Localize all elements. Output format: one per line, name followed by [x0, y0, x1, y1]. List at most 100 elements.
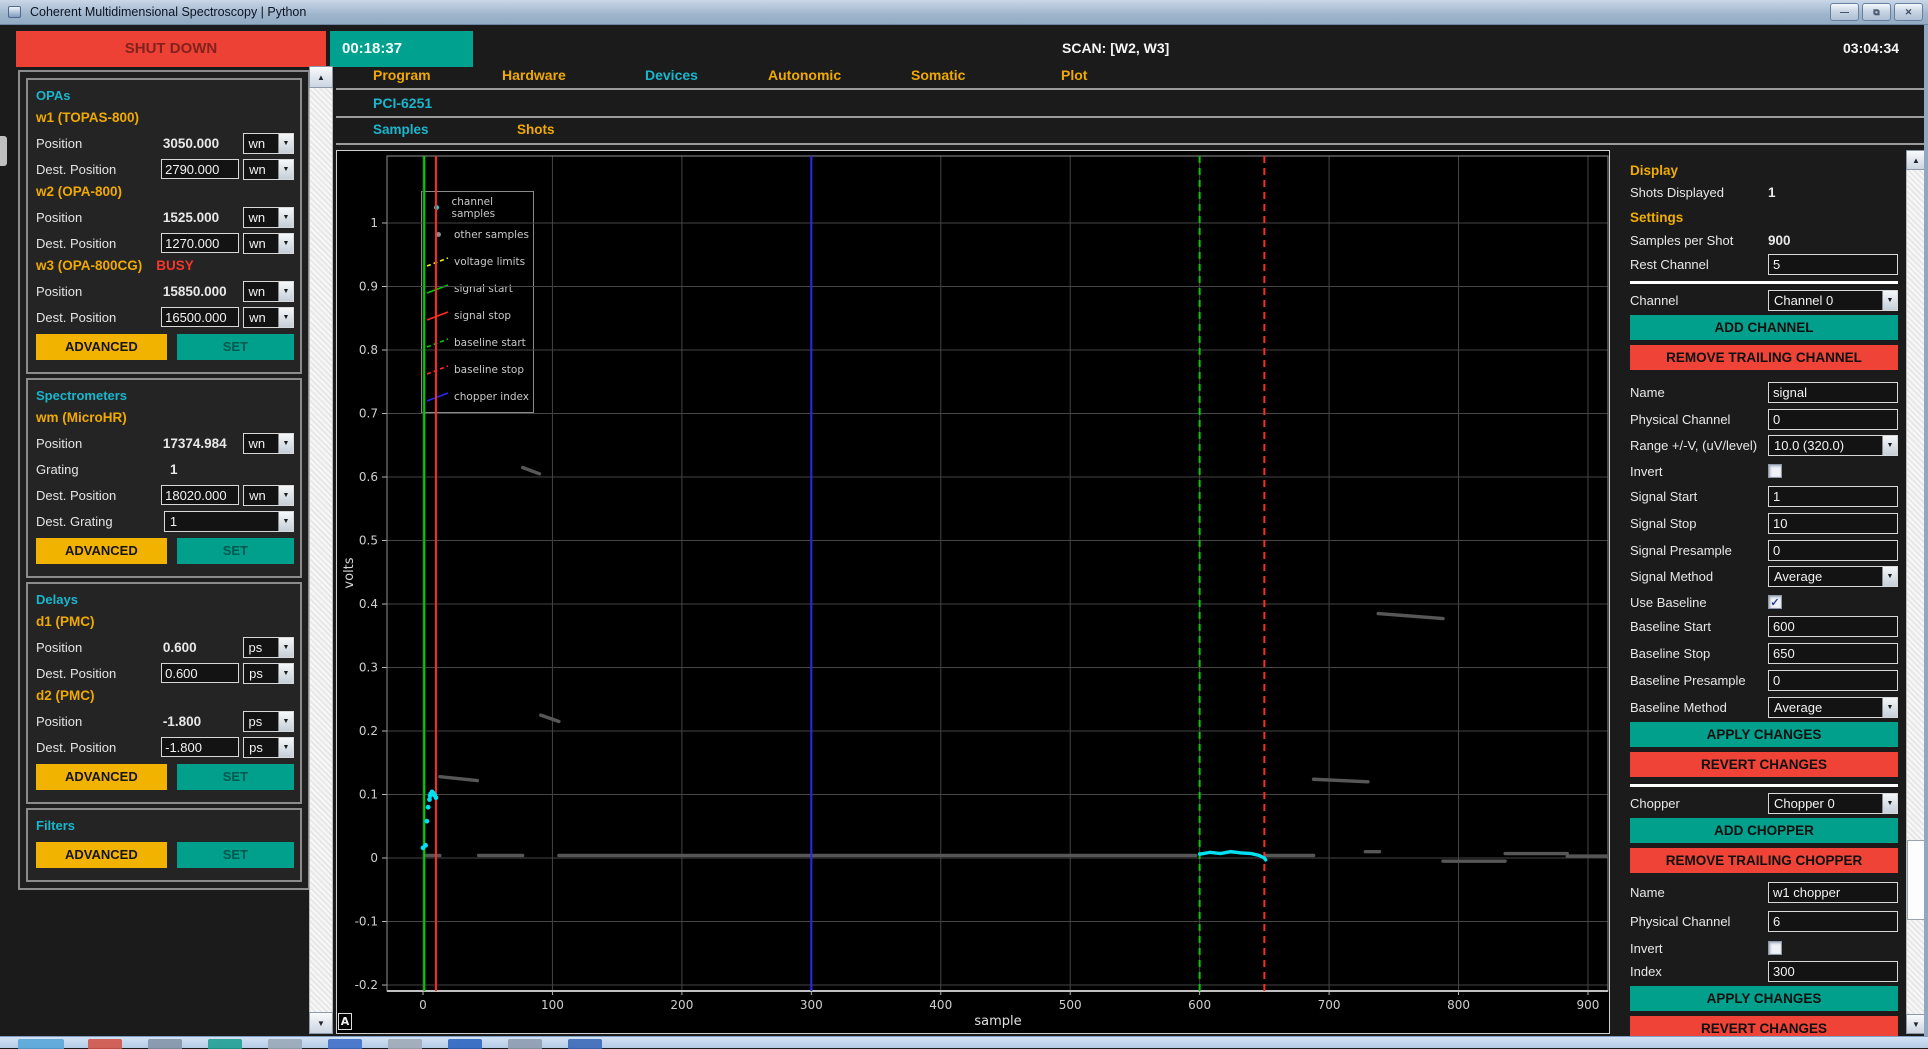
svg-text:600: 600: [1188, 998, 1211, 1012]
revert-changes-button[interactable]: REVERT CHANGES: [1630, 752, 1898, 777]
tab-shots[interactable]: Shots: [517, 122, 555, 137]
busy-status-badge: BUSY: [156, 258, 194, 273]
scroll-down-icon[interactable]: ▼: [1906, 1014, 1926, 1034]
remove-trailing-channel-button[interactable]: REMOVE TRAILING CHANNEL: [1630, 345, 1898, 370]
units-dropdown[interactable]: ps▼: [243, 663, 294, 684]
scroll-up-icon[interactable]: ▲: [1906, 150, 1926, 170]
dest-position-row: Dest. Position ps▼: [36, 660, 294, 686]
panel-title: Delays: [36, 590, 294, 612]
motor-name: w3 (OPA-800CG)BUSY: [36, 256, 294, 278]
scroll-up-icon[interactable]: ▲: [309, 66, 333, 88]
menu-devices[interactable]: Devices: [645, 67, 698, 83]
samples-plot-canvas[interactable]: channel samplesother samplesvoltage limi…: [336, 150, 1610, 1034]
taskbar[interactable]: [0, 1036, 1928, 1048]
channel-name-input[interactable]: [1768, 382, 1898, 403]
chopper-invert-checkbox[interactable]: [1768, 941, 1782, 955]
baseline-start-input[interactable]: [1768, 616, 1898, 637]
chopper-apply-changes-button[interactable]: APPLY CHANGES: [1630, 986, 1898, 1011]
add-chopper-button[interactable]: ADD CHOPPER: [1630, 818, 1898, 843]
invert-checkbox[interactable]: [1768, 464, 1782, 478]
panel-title: OPAs: [36, 86, 294, 108]
plot-corner-label[interactable]: A: [338, 1013, 352, 1030]
baseline-stop-input[interactable]: [1768, 643, 1898, 664]
dest-position-input[interactable]: [161, 159, 239, 179]
dest-grating-dropdown[interactable]: 1▼: [164, 511, 294, 532]
window-titlebar[interactable]: Coherent Multidimensional Spectroscopy |…: [0, 0, 1928, 25]
set-button[interactable]: SET: [177, 334, 294, 360]
units-dropdown[interactable]: ps▼: [243, 637, 294, 658]
dest-position-input[interactable]: [161, 307, 239, 327]
close-button[interactable]: ✕: [1894, 3, 1923, 21]
baseline-presample-input[interactable]: [1768, 670, 1898, 691]
units-dropdown[interactable]: wn▼: [243, 159, 294, 180]
svg-text:0.5: 0.5: [359, 534, 378, 548]
signal-stop-input[interactable]: [1768, 513, 1898, 534]
set-button[interactable]: SET: [177, 842, 294, 868]
apply-changes-button[interactable]: APPLY CHANGES: [1630, 722, 1898, 747]
scrollbar-thumb[interactable]: [1907, 840, 1925, 920]
units-dropdown[interactable]: wn▼: [243, 207, 294, 228]
signal-start-input[interactable]: [1768, 486, 1898, 507]
dest-position-row: Dest. Position wn▼: [36, 156, 294, 182]
svg-text:400: 400: [929, 998, 952, 1012]
use-baseline-checkbox[interactable]: ✓: [1768, 595, 1782, 609]
menu-somatic[interactable]: Somatic: [911, 67, 965, 83]
position-row: Position 15850.000 wn▼: [36, 278, 294, 304]
motor-name: d1 (PMC): [36, 612, 294, 634]
units-dropdown[interactable]: wn▼: [243, 307, 294, 328]
advanced-button[interactable]: ADVANCED: [36, 764, 167, 790]
dest-position-input[interactable]: [161, 485, 239, 505]
dest-position-input[interactable]: [161, 663, 239, 683]
rest-channel-input[interactable]: [1768, 254, 1898, 275]
signal-method-dropdown[interactable]: Average▼: [1768, 566, 1898, 587]
chopper-name-input[interactable]: [1768, 882, 1898, 903]
units-dropdown[interactable]: wn▼: [243, 133, 294, 154]
position-value: 15850.000: [163, 284, 239, 299]
advanced-button[interactable]: ADVANCED: [36, 538, 167, 564]
shutdown-button[interactable]: SHUT DOWN: [16, 31, 326, 67]
units-dropdown[interactable]: ps▼: [243, 737, 294, 758]
position-value: 17374.984: [163, 436, 239, 451]
channel-dropdown[interactable]: Channel 0▼: [1768, 290, 1898, 311]
add-channel-button[interactable]: ADD CHANNEL: [1630, 315, 1898, 340]
menu-program[interactable]: Program: [373, 67, 431, 83]
scroll-down-icon[interactable]: ▼: [309, 1012, 333, 1034]
divider: [336, 143, 1928, 145]
svg-text:0.2: 0.2: [359, 724, 378, 738]
menu-hardware[interactable]: Hardware: [502, 67, 566, 83]
chevron-down-icon: ▼: [1882, 291, 1897, 310]
svg-text:0.9: 0.9: [359, 280, 378, 294]
divider: [336, 88, 1928, 90]
units-dropdown[interactable]: wn▼: [243, 281, 294, 302]
range-dropdown[interactable]: 10.0 (320.0)▼: [1768, 435, 1898, 456]
set-button[interactable]: SET: [177, 764, 294, 790]
svg-text:700: 700: [1318, 998, 1341, 1012]
restore-button[interactable]: ⧉: [1862, 3, 1891, 21]
menu-autonomic[interactable]: Autonomic: [768, 67, 841, 83]
units-dropdown[interactable]: wn▼: [243, 433, 294, 454]
advanced-button[interactable]: ADVANCED: [36, 842, 167, 868]
dest-position-input[interactable]: [161, 737, 239, 757]
set-button[interactable]: SET: [177, 538, 294, 564]
advanced-button[interactable]: ADVANCED: [36, 334, 167, 360]
remove-trailing-chopper-button[interactable]: REMOVE TRAILING CHOPPER: [1630, 848, 1898, 873]
chopper-dropdown[interactable]: Chopper 0▼: [1768, 793, 1898, 814]
chopper-index-input[interactable]: [1768, 961, 1898, 982]
units-dropdown[interactable]: wn▼: [243, 485, 294, 506]
units-dropdown[interactable]: wn▼: [243, 233, 294, 254]
main-vertical-scrollbar[interactable]: [309, 66, 333, 1034]
tab-pci-6251[interactable]: PCI-6251: [373, 95, 432, 111]
baseline-method-dropdown[interactable]: Average▼: [1768, 697, 1898, 718]
chevron-down-icon: ▼: [278, 664, 293, 683]
signal-presample-input[interactable]: [1768, 540, 1898, 561]
chevron-down-icon: ▼: [278, 486, 293, 505]
tab-samples[interactable]: Samples: [373, 122, 429, 137]
dest-position-input[interactable]: [161, 233, 239, 253]
menu-plot[interactable]: Plot: [1061, 67, 1087, 83]
chopper-physical-channel-input[interactable]: [1768, 911, 1898, 932]
minimize-button[interactable]: —: [1830, 3, 1859, 21]
panel-title: Filters: [36, 816, 294, 838]
units-dropdown[interactable]: ps▼: [243, 711, 294, 732]
divider: [336, 116, 1928, 118]
physical-channel-input[interactable]: [1768, 409, 1898, 430]
